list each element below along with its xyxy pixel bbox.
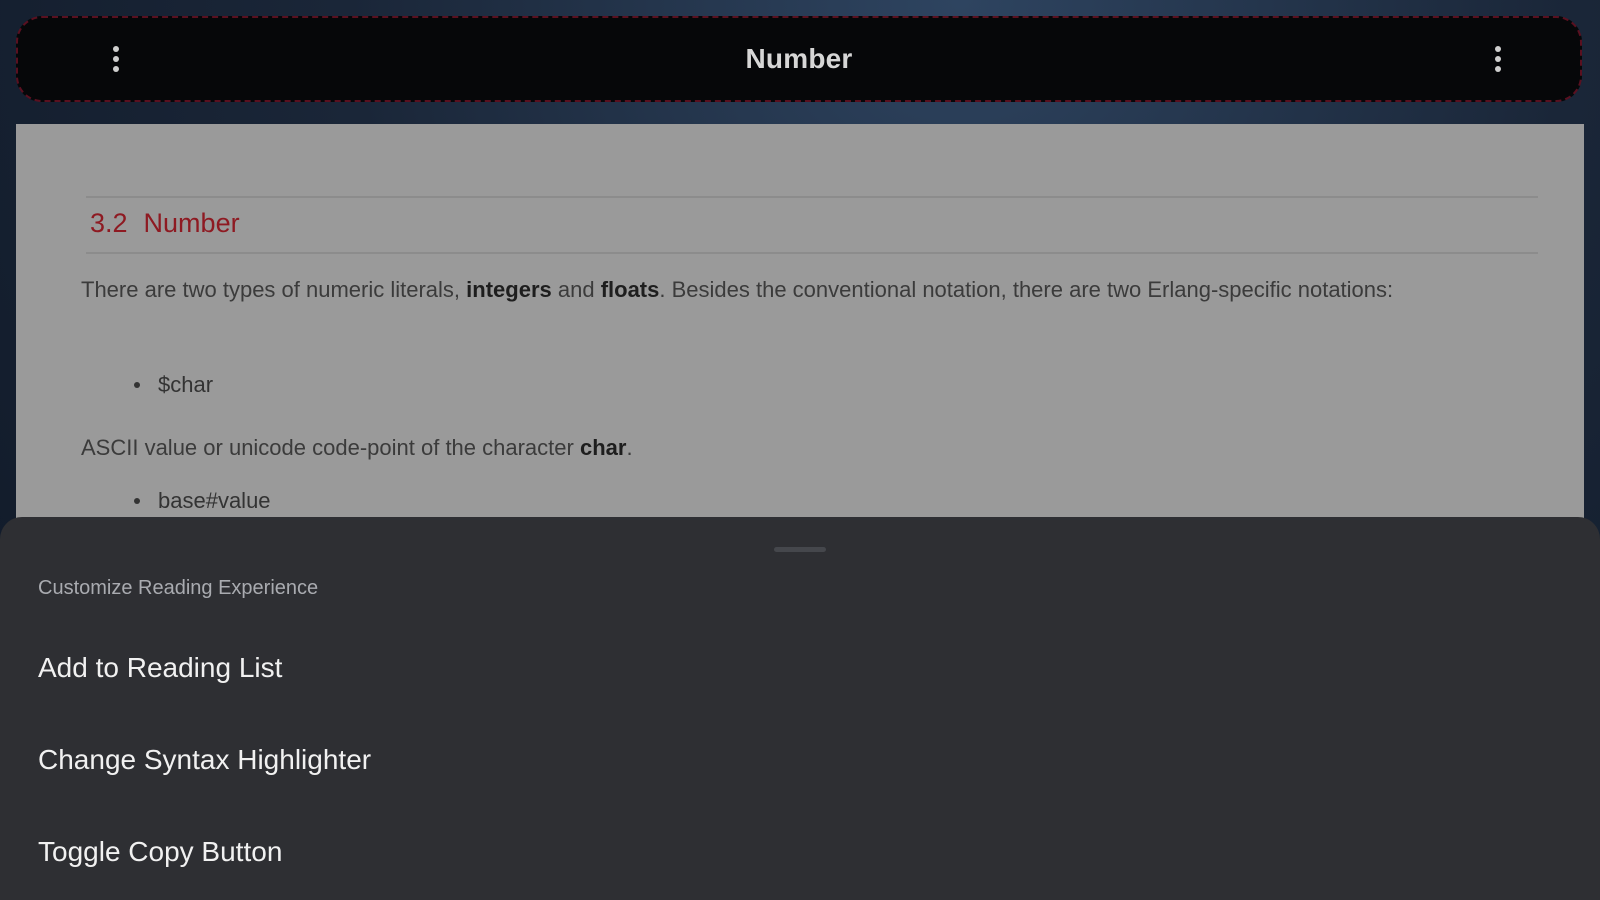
bullet-dot bbox=[134, 382, 140, 388]
list-item: $char bbox=[134, 372, 213, 398]
section-title: Number bbox=[143, 208, 240, 238]
bold-term-integers: integers bbox=[466, 277, 552, 302]
drag-handle[interactable] bbox=[774, 547, 826, 552]
section-number: 3.2 bbox=[90, 208, 128, 238]
app-bar: Number bbox=[16, 16, 1582, 102]
bold-term-floats: floats bbox=[600, 277, 660, 302]
heading-divider-bottom bbox=[86, 252, 1538, 254]
change-syntax-highlighter-item[interactable]: Change Syntax Highlighter bbox=[0, 715, 1600, 805]
paragraph-text: ASCII value or unicode code-point of the… bbox=[81, 435, 580, 460]
paragraph-text: . Besides the conventional notation, the… bbox=[659, 277, 1394, 302]
bottom-sheet: Customize Reading Experience Add to Read… bbox=[0, 517, 1600, 900]
section-heading: 3.2 Number bbox=[90, 208, 240, 239]
paragraph-text: . bbox=[626, 435, 633, 460]
list-item-text: $char bbox=[158, 372, 214, 397]
page-title: Number bbox=[745, 43, 853, 74]
list-item-text: base#value bbox=[158, 488, 271, 513]
add-to-reading-list-item[interactable]: Add to Reading List bbox=[0, 623, 1600, 713]
article-content: 3.2 Number There are two types of numeri… bbox=[16, 124, 1584, 544]
bold-term-char: char bbox=[579, 435, 627, 460]
paragraph-text: and bbox=[551, 277, 601, 302]
more-vert-icon bbox=[113, 46, 119, 72]
toggle-copy-button-item[interactable]: Toggle Copy Button bbox=[0, 807, 1600, 897]
sheet-title: Customize Reading Experience bbox=[38, 577, 319, 599]
paragraph-char-description: ASCII value or unicode code-point of the… bbox=[81, 428, 1531, 468]
list-item: base#value bbox=[134, 488, 271, 514]
paragraph-numeric-literals: There are two types of numeric literals,… bbox=[81, 270, 1531, 310]
heading-divider-top bbox=[86, 196, 1538, 198]
bullet-dot bbox=[134, 498, 140, 504]
left-overflow-menu-button[interactable] bbox=[96, 39, 136, 79]
right-overflow-menu-button[interactable] bbox=[1478, 39, 1518, 79]
paragraph-text: There are two types of numeric literals, bbox=[81, 277, 467, 302]
more-vert-icon bbox=[1495, 46, 1501, 72]
